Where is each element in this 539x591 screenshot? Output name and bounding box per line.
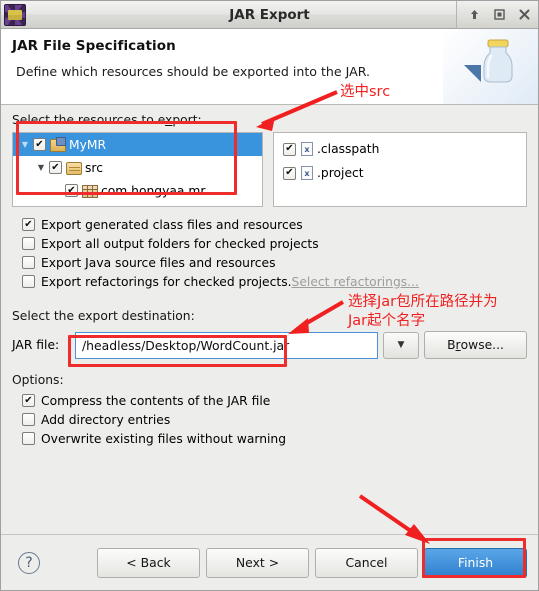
resources-section: ▼ MyMR ▼ src com.hongyaa.mr	[12, 132, 527, 207]
resource-file-list[interactable]: x .classpath x .project	[273, 132, 527, 207]
jar-file-label: JAR file:	[12, 338, 60, 352]
tree-checkbox[interactable]	[49, 161, 62, 174]
help-icon[interactable]: ?	[18, 551, 40, 574]
destination-row: JAR file: /headless/Desktop/WordCount.ja…	[12, 331, 527, 359]
file-label: .project	[317, 166, 364, 180]
resources-label: Select the resources to export:	[12, 113, 202, 127]
tree-item-label: MyMR	[69, 137, 107, 152]
export-option-label: Export Java source files and resources	[41, 255, 276, 270]
tree-checkbox[interactable]	[33, 138, 46, 151]
option-row[interactable]: Add directory entries	[12, 410, 527, 429]
dialog-footer: ? < Back Next > Cancel Finish	[1, 534, 538, 590]
source-folder-icon	[66, 161, 82, 175]
collapse-triangle-icon[interactable]: ▼	[33, 163, 49, 172]
jar-file-input[interactable]: /headless/Desktop/WordCount.jar	[75, 331, 378, 359]
add-directory-entries-checkbox[interactable]	[22, 413, 35, 426]
xml-file-icon: x	[301, 166, 313, 180]
export-option-row[interactable]: Export refactorings for checked projects…	[12, 272, 527, 291]
tree-item-label: com.hongyaa.mr	[101, 183, 206, 198]
close-icon[interactable]	[516, 7, 532, 23]
export-java-source-files-checkbox[interactable]	[22, 256, 35, 269]
export-option-row[interactable]: Export all output folders for checked pr…	[12, 234, 527, 253]
cancel-button[interactable]: Cancel	[315, 547, 418, 578]
export-option-label: Export generated class files and resourc…	[41, 217, 303, 232]
tree-row[interactable]: ▼ src	[13, 156, 262, 179]
export-refactorings-checkbox[interactable]	[22, 275, 35, 288]
file-list-item[interactable]: x .classpath	[278, 137, 526, 161]
header-graphic	[443, 29, 538, 104]
next-button[interactable]: Next >	[206, 547, 309, 578]
option-row[interactable]: Compress the contents of the JAR file	[12, 391, 527, 410]
maximize-icon[interactable]	[491, 7, 507, 23]
browse-button[interactable]: Br owse...	[424, 331, 527, 359]
option-label: Add directory entries	[41, 412, 171, 427]
window-controls	[456, 1, 538, 28]
file-label: .classpath	[317, 142, 380, 156]
option-label: Overwrite existing files without warning	[41, 431, 287, 446]
file-checkbox[interactable]	[283, 142, 296, 156]
jar-bottle-icon	[483, 39, 513, 83]
select-refactorings-link[interactable]: Select refactorings...	[292, 275, 419, 289]
tree-row[interactable]: ▼ MyMR	[13, 133, 262, 156]
options-group: Compress the contents of the JAR file Ad…	[12, 391, 527, 448]
title-bar: JAR Export	[1, 1, 538, 29]
package-icon	[82, 184, 98, 198]
export-generated-class-files-checkbox[interactable]	[22, 218, 35, 231]
minimize-icon[interactable]	[466, 7, 482, 23]
option-row[interactable]: Overwrite existing files without warning	[12, 429, 527, 448]
dialog-body: Select the resources to export: ▼ MyMR ▼…	[1, 105, 538, 534]
export-option-label: Export all output folders for checked pr…	[41, 236, 319, 251]
collapse-triangle-icon[interactable]: ▼	[17, 140, 33, 149]
options-label: Options:	[12, 373, 64, 387]
export-option-label: Export refactorings for checked projects…	[41, 274, 292, 289]
file-list-item[interactable]: x .project	[278, 161, 526, 185]
compress-contents-checkbox[interactable]	[22, 394, 35, 407]
tree-item-label: src	[85, 160, 103, 175]
xml-file-icon: x	[301, 142, 313, 156]
eclipse-ide-icon	[4, 3, 26, 26]
resource-tree[interactable]: ▼ MyMR ▼ src com.hongyaa.mr	[12, 132, 263, 207]
chevron-down-icon[interactable]: ▼	[383, 331, 419, 359]
export-option-row[interactable]: Export generated class files and resourc…	[12, 215, 527, 234]
destination-label: Select the export destination:	[12, 309, 195, 323]
dialog-header: JAR File Specification Define which reso…	[1, 29, 538, 105]
file-checkbox[interactable]	[283, 166, 296, 180]
finish-button[interactable]: Finish	[424, 547, 527, 578]
tree-checkbox[interactable]	[65, 184, 78, 197]
option-label: Compress the contents of the JAR file	[41, 393, 271, 408]
tree-row[interactable]: com.hongyaa.mr	[13, 179, 262, 202]
overwrite-existing-files-checkbox[interactable]	[22, 432, 35, 445]
export-all-output-folders-checkbox[interactable]	[22, 237, 35, 250]
export-option-row[interactable]: Export Java source files and resources	[12, 253, 527, 272]
project-folder-icon	[50, 136, 66, 152]
back-button[interactable]: < Back	[97, 547, 200, 578]
export-options-group: Export generated class files and resourc…	[12, 215, 527, 291]
dialog-button-bar: < Back Next > Cancel Finish	[97, 547, 527, 578]
jar-export-dialog: JAR Export JAR File Specification Define…	[0, 0, 539, 591]
